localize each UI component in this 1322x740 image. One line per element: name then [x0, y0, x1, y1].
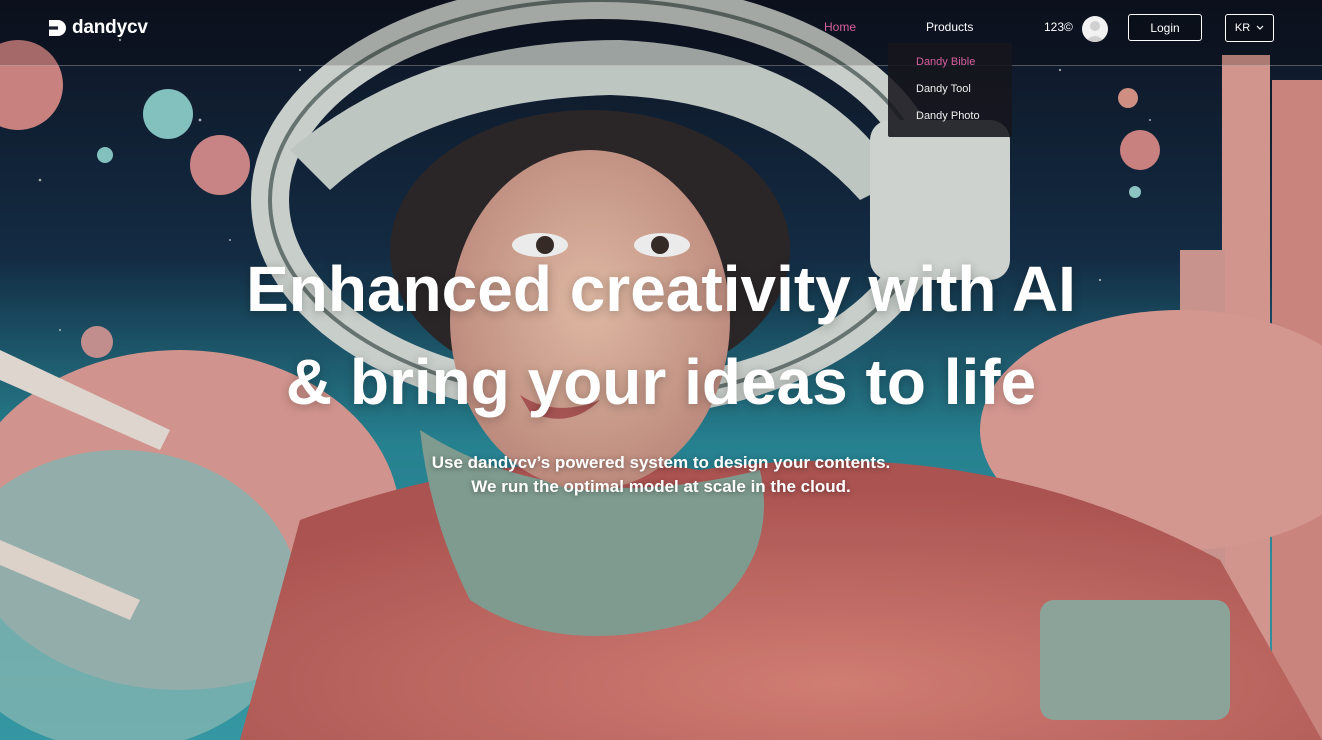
hero-headline-line2: & bring your ideas to life [285, 346, 1037, 418]
top-navbar: dandycv Home Products 123© Login KR [0, 0, 1322, 66]
brand-name: dandycv [72, 17, 148, 38]
user-avatar-icon[interactable] [1082, 16, 1108, 42]
brand-logo[interactable]: dandycv [47, 16, 148, 40]
credits-balance: 123© [1044, 20, 1073, 34]
hero-headline-line1: Enhanced creativity with AI [246, 253, 1076, 325]
coin-icon: © [1064, 20, 1073, 34]
language-selected: KR [1234, 22, 1251, 34]
avatar-silhouette [1085, 21, 1105, 42]
menu-item-dandy-tool[interactable]: Dandy Tool [916, 83, 971, 95]
landing-page: dandycv Home Products 123© Login KR Dand… [0, 0, 1322, 740]
login-button[interactable]: Login [1128, 14, 1202, 41]
credits-value: 123 [1044, 20, 1065, 34]
dandycv-logo-icon [49, 20, 66, 36]
language-select[interactable]: KR [1225, 14, 1274, 42]
products-dropdown-menu: Dandy Bible Dandy Tool Dandy Photo [888, 43, 1012, 137]
hero-subheadline-line1: Use dandycv’s powered system to design y… [431, 453, 891, 472]
nav-home-link[interactable]: Home [824, 20, 856, 34]
chevron-down-icon [1256, 25, 1264, 30]
menu-item-dandy-photo[interactable]: Dandy Photo [916, 110, 980, 122]
hero-subheadline-line2: We run the optimal model at scale in the… [471, 477, 851, 496]
menu-item-dandy-bible[interactable]: Dandy Bible [916, 56, 975, 68]
nav-products-link[interactable]: Products [926, 20, 973, 34]
